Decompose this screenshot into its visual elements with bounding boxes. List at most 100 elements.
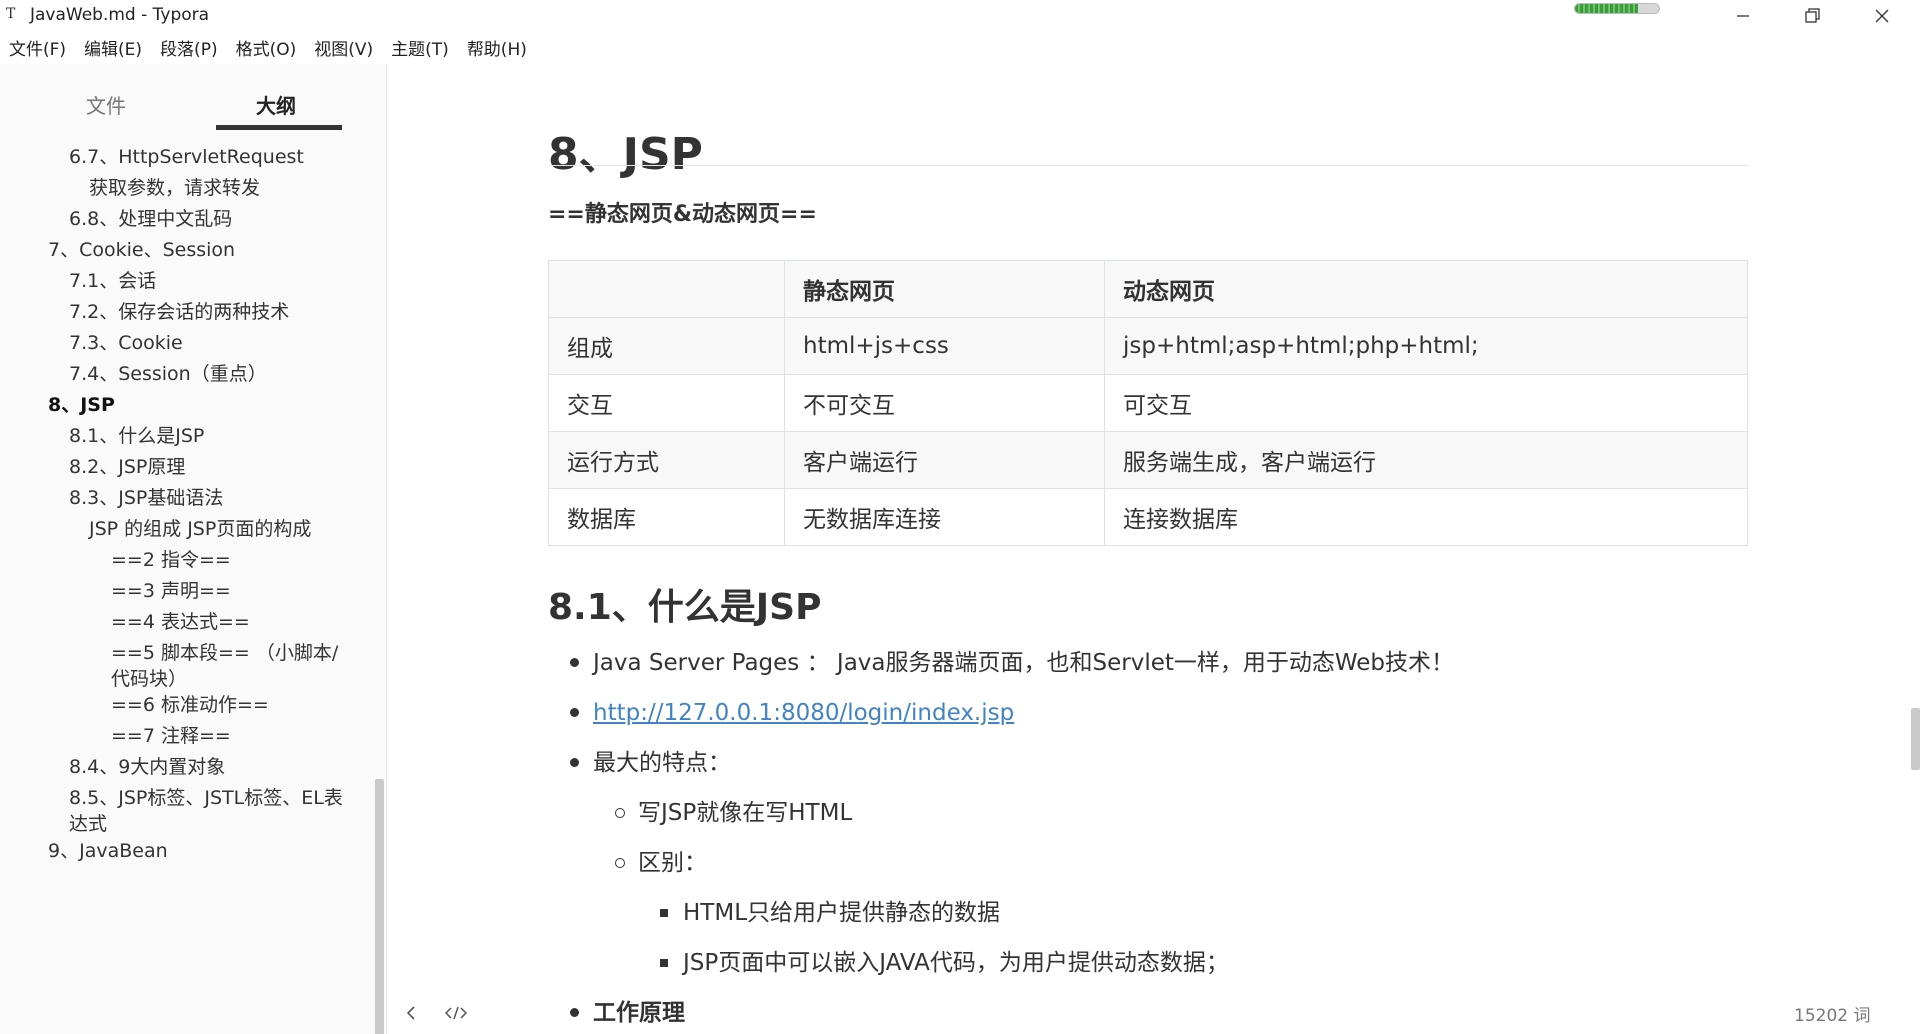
table-cell: jsp+html;asp+html;php+html;	[1104, 317, 1748, 375]
table-header-row: 静态网页 动态网页	[548, 260, 1748, 318]
outline-item[interactable]: 9、JavaBean	[48, 838, 168, 864]
typora-app-icon: T	[6, 6, 16, 22]
outline-item[interactable]: JSP 的组成 JSP页面的构成	[89, 516, 311, 542]
outline-item[interactable]: 8.4、9大内置对象	[69, 754, 225, 780]
list-item-text: JSP页面中可以嵌入JAVA代码，为用户提供动态数据；	[683, 950, 1229, 976]
jsp-url-link[interactable]: http://127.0.0.1:8080/login/index.jsp	[593, 700, 1014, 726]
menu-help[interactable]: 帮助(H)	[458, 36, 536, 64]
bullet-square	[660, 959, 668, 967]
bullet-dot	[570, 758, 579, 767]
minimize-button[interactable]	[1720, 0, 1766, 32]
list-item: 工作原理	[548, 995, 1454, 1034]
table-row: 数据库 无数据库连接 连接数据库	[548, 488, 1748, 546]
menu-edit[interactable]: 编辑(E)	[75, 36, 151, 64]
outline-item-active[interactable]: 8、JSP	[48, 392, 115, 418]
outline-item[interactable]: 8.2、JSP原理	[69, 454, 185, 480]
table-row: 运行方式 客户端运行 服务端生成，客户端运行	[548, 431, 1748, 489]
table-cell: 服务端生成，客户端运行	[1104, 431, 1748, 489]
outline-item[interactable]: 获取参数，请求转发	[89, 175, 260, 201]
list-item: 写JSP就像在写HTML	[548, 795, 1454, 845]
restore-button[interactable]	[1789, 0, 1835, 32]
outline-item[interactable]: 8.3、JSP基础语法	[69, 485, 223, 511]
table-cell: 可交互	[1104, 374, 1748, 432]
table-header-cell: 静态网页	[784, 260, 1105, 318]
sidebar-scrollbar[interactable]	[375, 779, 384, 1034]
outline-item[interactable]: 7.3、Cookie	[69, 330, 183, 356]
bullet-circle	[615, 808, 625, 818]
table-cell: 不可交互	[784, 374, 1105, 432]
list-item: http://127.0.0.1:8080/login/index.jsp	[548, 695, 1454, 745]
toggle-sidebar-button[interactable]	[398, 1000, 424, 1026]
menu-bar: 文件(F) 编辑(E) 段落(P) 格式(O) 视图(V) 主题(T) 帮助(H…	[0, 36, 536, 64]
list-item-text: HTML只给用户提供静态的数据	[683, 900, 1001, 926]
outline-item[interactable]: ==5 脚本段== （小脚本/代码块）	[111, 640, 351, 692]
list-item-text: 区别：	[638, 850, 707, 876]
outline-item[interactable]: ==7 注释==	[111, 723, 231, 749]
outline-item[interactable]: 8.5、JSP标签、JSTL标签、EL表达式	[69, 785, 359, 837]
save-progress-fill	[1575, 4, 1638, 13]
list-item-text: 写JSP就像在写HTML	[638, 800, 853, 826]
window-title: JavaWeb.md - Typora	[30, 5, 210, 25]
tab-files[interactable]: 文件	[86, 90, 126, 119]
table-header-cell: 动态网页	[1104, 260, 1748, 318]
menu-theme[interactable]: 主题(T)	[382, 36, 458, 64]
menu-file[interactable]: 文件(F)	[0, 36, 75, 64]
outline-item[interactable]: ==2 指令==	[111, 547, 231, 573]
outline-item[interactable]: 7、Cookie、Session	[48, 237, 235, 263]
tab-outline[interactable]: 大纲	[256, 90, 296, 119]
menu-format[interactable]: 格式(O)	[227, 36, 306, 64]
table-cell: 无数据库连接	[784, 488, 1105, 546]
comparison-table: 静态网页 动态网页 组成 html+js+css jsp+html;asp+ht…	[548, 260, 1748, 546]
table-row: 组成 html+js+css jsp+html;asp+html;php+htm…	[548, 317, 1748, 375]
list-item-text: 最大的特点：	[593, 750, 731, 776]
table-cell: 组成	[548, 317, 785, 375]
sidebar-tabs: 文件 大纲	[0, 64, 386, 134]
table-cell: html+js+css	[784, 317, 1105, 375]
table-cell: 数据库	[548, 488, 785, 546]
heading-jsp: 8、JSP	[548, 129, 703, 180]
section-subtitle: ==静态网页&动态网页==	[548, 202, 817, 227]
heading-rule	[548, 165, 1748, 166]
list-item-text: Java Server Pages ： Java服务器端页面，也和Servlet…	[593, 650, 1455, 676]
source-mode-button[interactable]	[443, 1000, 469, 1026]
outline-item[interactable]: ==6 标准动作==	[111, 692, 269, 718]
bullet-dot	[570, 658, 579, 667]
list-item: Java Server Pages ： Java服务器端页面，也和Servlet…	[548, 645, 1454, 695]
table-cell: 客户端运行	[784, 431, 1105, 489]
outline-item[interactable]: 8.1、什么是JSP	[69, 423, 204, 449]
outline-item[interactable]: ==4 表达式==	[111, 609, 250, 635]
outline-item[interactable]: 7.1、会话	[69, 268, 156, 294]
list-item: HTML只给用户提供静态的数据	[548, 895, 1454, 945]
table-cell: 交互	[548, 374, 785, 432]
outline-item[interactable]: 7.4、Session（重点）	[69, 361, 267, 387]
bullet-list: Java Server Pages ： Java服务器端页面，也和Servlet…	[548, 645, 1454, 1034]
list-item: JSP页面中可以嵌入JAVA代码，为用户提供动态数据；	[548, 945, 1454, 995]
bullet-circle	[615, 858, 625, 868]
close-icon	[1875, 9, 1889, 23]
outline-item[interactable]: 6.7、HttpServletRequest	[69, 144, 304, 170]
table-cell: 连接数据库	[1104, 488, 1748, 546]
title-bar: T JavaWeb.md - Typora	[0, 0, 1920, 30]
sidebar: 文件 大纲 6.7、HttpServletRequest 获取参数，请求转发 6…	[0, 64, 387, 1034]
restore-icon	[1805, 8, 1820, 23]
menu-paragraph[interactable]: 段落(P)	[151, 36, 227, 64]
close-button[interactable]	[1859, 0, 1905, 32]
document-scrollbar[interactable]	[1911, 708, 1920, 770]
word-count[interactable]: 15202 词	[1794, 1001, 1870, 1026]
list-item: 区别：	[548, 845, 1454, 895]
outline-item[interactable]: 7.2、保存会话的两种技术	[69, 299, 289, 325]
table-cell: 运行方式	[548, 431, 785, 489]
bullet-square	[660, 909, 668, 917]
table-header-cell	[548, 260, 785, 318]
outline-item[interactable]: 6.8、处理中文乱码	[69, 206, 232, 232]
chevron-left-icon	[406, 1006, 415, 1020]
code-icon	[445, 1006, 467, 1020]
table-row: 交互 不可交互 可交互	[548, 374, 1748, 432]
list-item-text: 工作原理	[593, 1000, 685, 1026]
menu-view[interactable]: 视图(V)	[305, 36, 382, 64]
active-tab-indicator	[216, 125, 342, 130]
list-item: 最大的特点：	[548, 745, 1454, 795]
minimize-icon	[1737, 15, 1749, 17]
bullet-dot	[570, 708, 579, 717]
outline-item[interactable]: ==3 声明==	[111, 578, 231, 604]
